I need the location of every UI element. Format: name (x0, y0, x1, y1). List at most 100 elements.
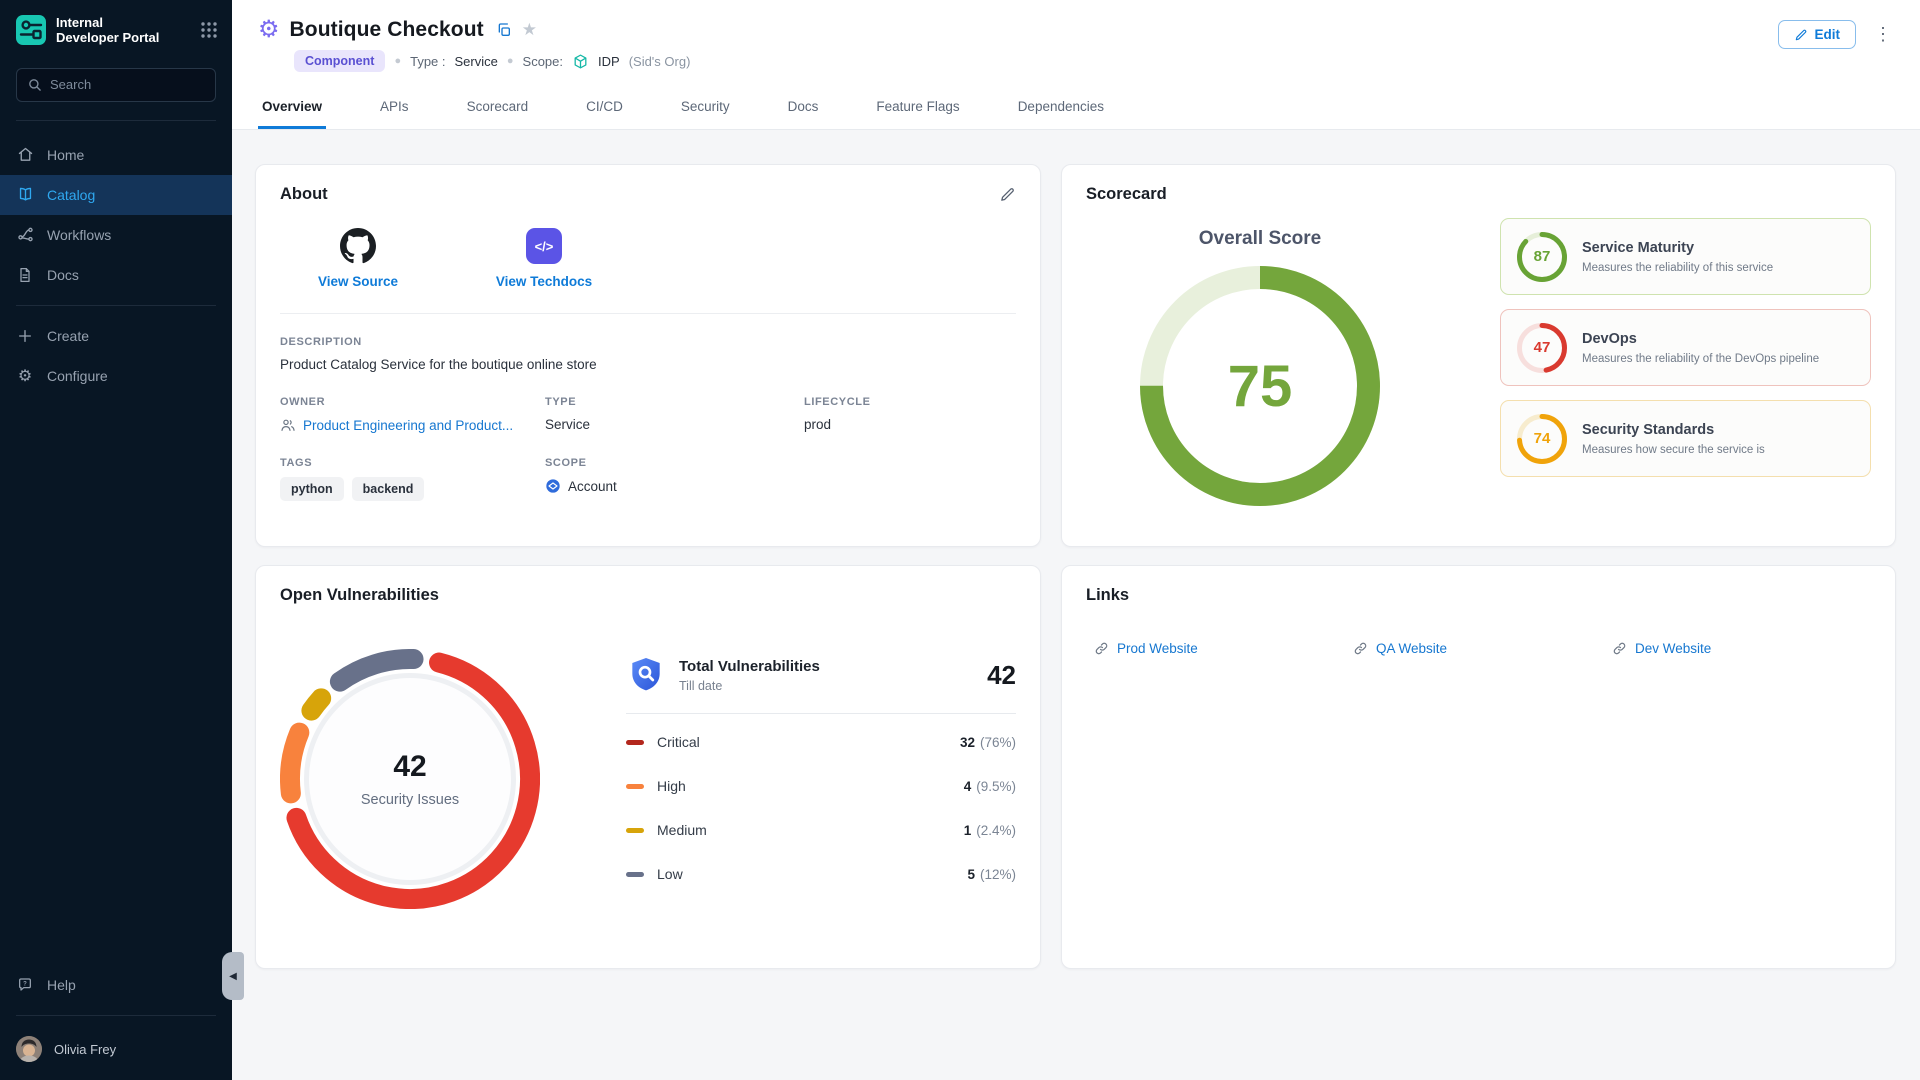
account-icon (545, 478, 561, 494)
edit-about-icon[interactable] (999, 186, 1016, 203)
vulnerabilities-donut: 42 Security Issues (280, 649, 540, 909)
sidebar-item-label: Docs (47, 267, 79, 283)
apps-grid-icon[interactable] (200, 21, 218, 39)
overall-score-value: 75 (1140, 266, 1380, 506)
view-techdocs-link[interactable]: </> View Techdocs (484, 228, 604, 289)
till-date-label: Till date (679, 679, 974, 693)
link-prod-website[interactable]: Prod Website (1094, 641, 1353, 656)
shield-scan-icon (626, 655, 666, 695)
user-name: Olivia Frey (54, 1042, 116, 1057)
scorecard-item-name: DevOps (1582, 331, 1819, 347)
tag-backend[interactable]: backend (352, 477, 425, 501)
total-vulnerabilities-value: 42 (987, 660, 1016, 691)
kind-badge[interactable]: Component (294, 50, 385, 72)
link-icon (1094, 641, 1109, 656)
tags-label: TAGS (280, 457, 545, 469)
sidebar-spacer (0, 396, 232, 965)
scorecard-item-devops[interactable]: 47 DevOps Measures the reliability of th… (1500, 309, 1871, 386)
scorecard-card: Scorecard Overall Score 75 87 (1061, 164, 1896, 547)
tab-dependencies[interactable]: Dependencies (1014, 86, 1108, 129)
sidebar-item-create[interactable]: Create (0, 316, 232, 356)
scope-value: Account (568, 479, 617, 494)
links-title: Links (1086, 586, 1871, 605)
scorecard-item-desc: Measures how secure the service is (1582, 444, 1765, 456)
tag-python[interactable]: python (280, 477, 344, 501)
tab-security[interactable]: Security (677, 86, 734, 129)
dot-separator: ● (394, 55, 401, 67)
link-icon (1353, 641, 1368, 656)
brand: Internal Developer Portal (0, 0, 232, 58)
sidebar-item-label: Configure (47, 368, 108, 384)
divider (626, 713, 1016, 714)
tab-cicd[interactable]: CI/CD (582, 86, 627, 129)
more-options-icon[interactable]: ⋮ (1872, 20, 1894, 49)
severity-row-critical: Critical 32 (76%) (626, 720, 1016, 764)
scorecard-item-service-maturity[interactable]: 87 Service Maturity Measures the reliabi… (1500, 218, 1871, 295)
user-menu[interactable]: Olivia Frey (0, 1026, 232, 1080)
sidebar-item-docs[interactable]: Docs (0, 255, 232, 295)
vulnerabilities-title: Open Vulnerabilities (280, 586, 1016, 605)
page-title: Boutique Checkout (290, 18, 484, 42)
owner-link[interactable]: Product Engineering and Product... (280, 417, 545, 433)
page-header: ⚙ Boutique Checkout ★ Component ● Type :… (232, 0, 1920, 86)
sidebar-item-label: Workflows (47, 227, 111, 243)
gear-icon: ⚙ (16, 366, 34, 386)
tab-docs[interactable]: Docs (784, 86, 823, 129)
view-source-link[interactable]: View Source (298, 228, 418, 289)
workflows-icon (16, 226, 34, 243)
tab-apis[interactable]: APIs (376, 86, 413, 129)
sidebar-collapse-handle[interactable]: ◀ (222, 952, 244, 1000)
scope-value[interactable]: IDP (598, 54, 620, 69)
sidebar-item-label: Home (47, 147, 84, 163)
tab-bar: Overview APIs Scorecard CI/CD Security D… (232, 86, 1920, 130)
link-icon (1612, 641, 1627, 656)
severity-row-high: High 4 (9.5%) (626, 764, 1016, 808)
sidebar-nav: Home Catalog Workflows (0, 135, 232, 295)
links-card: Links Prod Website (1061, 565, 1896, 969)
group-icon (280, 417, 296, 433)
github-icon (340, 228, 376, 264)
tab-scorecard[interactable]: Scorecard (463, 86, 533, 129)
star-icon[interactable]: ★ (522, 20, 537, 40)
copy-icon[interactable] (496, 22, 512, 38)
dot-separator: ● (507, 55, 514, 67)
edit-button[interactable]: Edit (1778, 20, 1857, 49)
sidebar-item-catalog[interactable]: Catalog (0, 175, 232, 215)
tab-feature-flags[interactable]: Feature Flags (872, 86, 963, 129)
about-card: About View Source </> (255, 164, 1041, 547)
sidebar-item-label: Help (47, 977, 76, 993)
app-logo-icon (16, 15, 46, 45)
search-input[interactable] (50, 77, 205, 92)
type-label: TYPE (545, 396, 804, 408)
user-avatar (16, 1036, 42, 1062)
sidebar-item-workflows[interactable]: Workflows (0, 215, 232, 255)
link-dev-website[interactable]: Dev Website (1612, 641, 1871, 656)
sidebar-item-help[interactable]: ? Help (0, 965, 232, 1005)
description-value: Product Catalog Service for the boutique… (280, 357, 1016, 372)
plus-icon (16, 328, 34, 344)
tab-overview[interactable]: Overview (258, 86, 326, 129)
overall-score-donut: 75 (1140, 266, 1380, 506)
brand-name: Internal Developer Portal (56, 15, 190, 46)
scope-label: Scope: (523, 54, 563, 69)
sidebar-item-home[interactable]: Home (0, 135, 232, 175)
total-vulnerabilities-label: Total Vulnerabilities (679, 658, 974, 675)
component-gear-icon: ⚙ (258, 18, 280, 42)
scorecard-item-security-standards[interactable]: 74 Security Standards Measures how secur… (1500, 400, 1871, 477)
sidebar-item-configure[interactable]: ⚙ Configure (0, 356, 232, 396)
scorecard-item-desc: Measures the reliability of this service (1582, 262, 1773, 274)
sidebar-search[interactable] (16, 68, 216, 102)
severity-dash (626, 872, 644, 877)
page-content: About View Source </> (232, 130, 1920, 1080)
techdocs-icon: </> (526, 228, 562, 264)
divider (16, 120, 216, 121)
severity-row-low: Low 5 (12%) (626, 852, 1016, 896)
severity-row-medium: Medium 1 (2.4%) (626, 808, 1016, 852)
main: ⚙ Boutique Checkout ★ Component ● Type :… (232, 0, 1920, 1080)
docs-icon (16, 267, 34, 283)
scope-cube-icon (572, 53, 589, 70)
security-issues-count: 42 (393, 750, 426, 784)
pencil-icon (1794, 28, 1808, 42)
security-issues-label: Security Issues (361, 792, 459, 808)
link-qa-website[interactable]: QA Website (1353, 641, 1612, 656)
